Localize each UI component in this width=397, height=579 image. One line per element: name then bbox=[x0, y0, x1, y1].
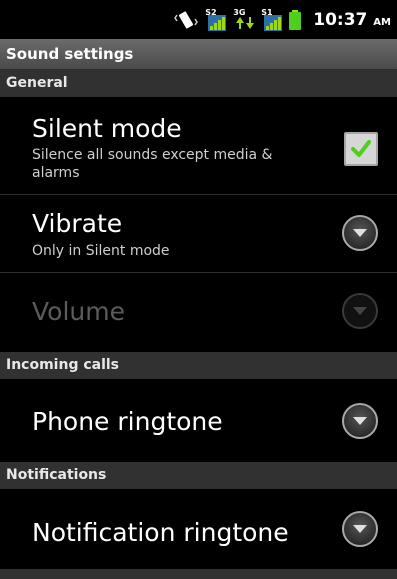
chevron-down-icon[interactable] bbox=[342, 403, 378, 439]
vibrate-mode-icon bbox=[173, 8, 199, 32]
category-incoming-calls: Incoming calls bbox=[0, 352, 397, 379]
silent-mode-checkbox[interactable] bbox=[344, 132, 378, 166]
setting-phone-ringtone[interactable]: Phone ringtone bbox=[0, 379, 397, 462]
setting-silent-mode[interactable]: Silent mode Silence all sounds except me… bbox=[0, 97, 397, 194]
setting-title: Phone ringtone bbox=[32, 407, 223, 436]
category-general: General bbox=[0, 70, 397, 97]
clock: 10:37 AM bbox=[313, 9, 391, 30]
setting-summary: Only in Silent mode bbox=[32, 243, 170, 259]
status-bar: S2 3G S1 10:37 AM bbox=[0, 0, 397, 39]
setting-notification-ringtone[interactable]: Notification ringtone bbox=[0, 489, 397, 569]
setting-volume[interactable]: Volume bbox=[0, 273, 397, 352]
setting-title: Silent mode bbox=[32, 114, 182, 143]
chevron-down-icon[interactable] bbox=[342, 215, 378, 251]
setting-summary: Silence all sounds except media & alarms bbox=[32, 147, 273, 181]
signal-s1-icon: S1 bbox=[261, 8, 283, 32]
page-title: Sound settings bbox=[0, 39, 397, 70]
checkmark-icon bbox=[351, 140, 371, 157]
data-3g-icon: 3G bbox=[233, 8, 255, 32]
setting-title: Vibrate bbox=[32, 209, 123, 238]
setting-title: Volume bbox=[32, 297, 125, 326]
category-partial bbox=[0, 569, 397, 579]
setting-title: Notification ringtone bbox=[32, 518, 289, 547]
category-notifications: Notifications bbox=[0, 462, 397, 489]
chevron-down-icon[interactable] bbox=[342, 511, 378, 547]
battery-icon bbox=[289, 9, 302, 30]
chevron-down-icon[interactable] bbox=[342, 293, 378, 329]
signal-s2-icon: S2 bbox=[205, 8, 227, 32]
setting-vibrate[interactable]: Vibrate Only in Silent mode bbox=[0, 195, 397, 272]
